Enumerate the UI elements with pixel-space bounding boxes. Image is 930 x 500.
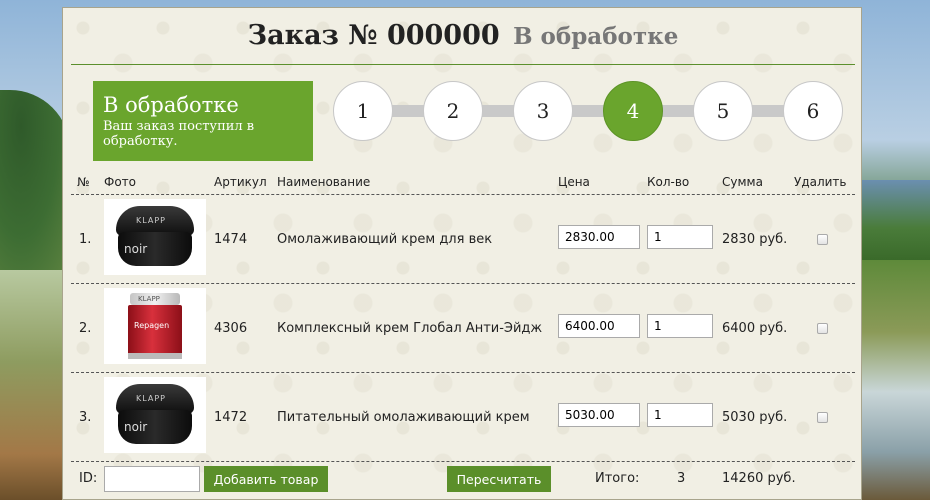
header-sku: Артикул [214,175,267,189]
order-number: Заказ № 000000 [247,20,500,51]
table-header: № Фото Артикул Наименование Цена Кол-во … [71,175,855,195]
status-box-text: Ваш заказ поступил в обработку. [103,119,255,149]
jar-label: Repagen [134,321,170,330]
background-hill-left [0,90,70,270]
table-row: 1. KLAPP noir 1474 Омолаживающий крем дл… [71,196,855,284]
header-num: № [77,175,90,189]
header-qty: Кол-во [647,175,690,189]
row-sum: 6400 руб. [722,321,788,336]
jar-label: noir [124,420,148,434]
background-hill-right [858,180,930,260]
cream-jar-image: KLAPP noir [114,384,196,446]
row-name[interactable]: Комплексный крем Глобал Анти-Эйдж [277,321,542,336]
row-name[interactable]: Омолаживающий крем для век [277,232,492,247]
jar-brand: KLAPP [136,216,167,225]
order-panel: Заказ № 000000 В обработке В обработке В… [62,7,862,500]
product-photo[interactable]: KLAPP noir [104,199,206,275]
row-num: 2. [79,321,92,336]
background-water-left [0,270,62,500]
cream-jar-image: KLAPP noir [114,206,196,268]
product-photo[interactable]: KLAPP Repagen [104,288,206,364]
step-3: 3 [513,81,573,141]
delete-checkbox[interactable] [817,323,828,334]
price-input[interactable] [558,403,640,427]
title-divider [71,64,855,65]
step-4-active: 4 [603,81,663,141]
jar-label: noir [124,242,148,256]
status-box: В обработке Ваш заказ поступил в обработ… [93,81,313,161]
quantity-input[interactable] [647,225,713,249]
page-title: Заказ № 000000 В обработке [63,20,863,51]
quantity-input[interactable] [647,314,713,338]
table-row: 2. KLAPP Repagen 4306 Комплексный крем Г… [71,285,855,373]
row-num: 3. [79,410,92,425]
order-footer: ID: Добавить товар Пересчитать Итого: 3 … [71,463,855,493]
table-row: 3. KLAPP noir 1472 Питательный омолажива… [71,374,855,462]
jar-brand: KLAPP [138,295,160,303]
add-product-button[interactable]: Добавить товар [204,466,328,492]
total-count: 3 [677,471,686,486]
row-sku: 4306 [214,321,248,336]
row-sku: 1474 [214,232,248,247]
background-water-right [858,260,930,500]
header-sum: Сумма [722,175,763,189]
header-delete: Удалить [794,175,847,189]
price-input[interactable] [558,225,640,249]
header-name: Наименование [277,175,371,189]
row-sum: 2830 руб. [722,232,788,247]
row-sku: 1472 [214,410,248,425]
status-box-title: В обработке [103,93,239,117]
product-photo[interactable]: KLAPP noir [104,377,206,453]
row-name[interactable]: Питательный омолаживающий крем [277,410,530,425]
jar-brand: KLAPP [136,394,167,403]
delete-checkbox[interactable] [817,412,828,423]
step-5: 5 [693,81,753,141]
total-sum: 14260 руб. [722,471,796,486]
product-id-input[interactable] [104,466,200,492]
price-input[interactable] [558,314,640,338]
red-cream-jar-image: KLAPP Repagen [126,293,184,359]
quantity-input[interactable] [647,403,713,427]
total-label: Итого: [595,471,640,486]
row-num: 1. [79,232,92,247]
header-photo: Фото [104,175,137,189]
order-steps: 1 2 3 4 5 6 [333,81,843,141]
order-status-heading: В обработке [513,23,679,50]
step-2: 2 [423,81,483,141]
header-price: Цена [558,175,590,189]
delete-checkbox[interactable] [817,234,828,245]
row-sum: 5030 руб. [722,410,788,425]
step-6: 6 [783,81,843,141]
step-1: 1 [333,81,393,141]
id-label: ID: [79,471,98,486]
recalculate-button[interactable]: Пересчитать [447,466,551,492]
